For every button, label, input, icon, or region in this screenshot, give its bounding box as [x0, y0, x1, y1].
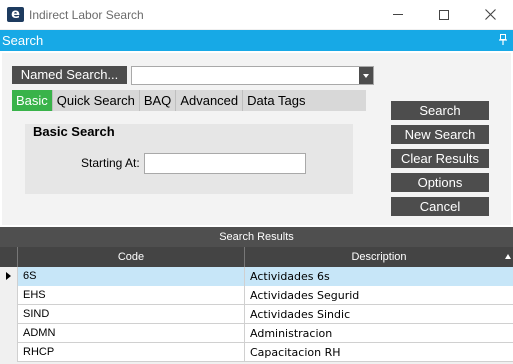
minimize-button[interactable]	[375, 0, 421, 29]
tab-basic[interactable]: Basic	[12, 90, 53, 111]
basic-search-title: Basic Search	[33, 124, 115, 139]
table-row[interactable]: ADMN Administracion	[0, 324, 513, 343]
table-row[interactable]: EHS Actividades Segurid	[0, 286, 513, 305]
options-button[interactable]: Options	[391, 173, 489, 192]
new-search-button[interactable]: New Search	[391, 125, 489, 144]
close-icon	[484, 9, 496, 20]
table-row[interactable]: 6S Actividades 6s	[0, 267, 513, 286]
column-header-description[interactable]: Description	[245, 247, 513, 267]
epicor-app-icon: e	[7, 7, 24, 22]
row-selector[interactable]	[0, 343, 18, 362]
cell-description[interactable]: Actividades Sindic	[245, 305, 513, 324]
starting-at-label: Starting At:	[81, 156, 140, 170]
tab-data-tags[interactable]: Data Tags	[243, 90, 309, 111]
clear-results-button[interactable]: Clear Results	[391, 149, 489, 168]
cell-code[interactable]: ADMN	[18, 324, 245, 343]
cell-description[interactable]: Capacitacion RH	[245, 343, 513, 362]
cell-description[interactable]: Actividades 6s	[245, 267, 513, 286]
row-selector[interactable]	[0, 305, 18, 324]
named-search-dropdown[interactable]	[131, 66, 374, 85]
cell-code[interactable]: EHS	[18, 286, 245, 305]
row-selector[interactable]	[0, 324, 18, 343]
cell-code[interactable]: 6S	[18, 267, 245, 286]
chevron-down-icon	[363, 73, 369, 78]
cell-description[interactable]: Actividades Segurid	[245, 286, 513, 305]
pin-icon[interactable]	[499, 34, 507, 45]
window-title: Indirect Labor Search	[29, 8, 144, 22]
cancel-button[interactable]: Cancel	[391, 197, 489, 216]
close-button[interactable]	[467, 0, 513, 29]
starting-at-input[interactable]	[144, 153, 306, 174]
named-search-button[interactable]: Named Search...	[12, 66, 127, 84]
tab-baq[interactable]: BAQ	[140, 90, 177, 111]
search-panel-title: Search	[2, 33, 44, 48]
tab-quick-search[interactable]: Quick Search	[53, 90, 140, 111]
row-selector[interactable]	[0, 286, 18, 305]
title-bar: e Indirect Labor Search	[0, 0, 513, 29]
maximize-icon	[439, 9, 449, 20]
basic-search-group: Basic Search Starting At:	[25, 124, 353, 194]
cell-description[interactable]: Administracion	[245, 324, 513, 343]
maximize-button[interactable]	[421, 0, 467, 29]
table-row[interactable]: SIND Actividades Sindic	[0, 305, 513, 324]
table-row[interactable]: RHCP Capacitacion RH	[0, 343, 513, 362]
search-results-header: Search Results	[0, 227, 513, 247]
search-tabs: Basic Quick Search BAQ Advanced Data Tag…	[12, 90, 366, 111]
current-row-pointer-icon	[6, 272, 11, 280]
search-panel-header: Search	[0, 30, 513, 51]
minimize-icon	[393, 14, 403, 15]
cell-code[interactable]: RHCP	[18, 343, 245, 362]
tab-advanced[interactable]: Advanced	[176, 90, 244, 111]
column-header-code[interactable]: Code	[18, 247, 245, 267]
search-button[interactable]: Search	[391, 101, 489, 120]
dropdown-arrow-button[interactable]	[359, 67, 373, 84]
row-selector-header	[0, 247, 18, 267]
cell-code[interactable]: SIND	[18, 305, 245, 324]
row-selector[interactable]	[0, 267, 18, 286]
column-header-description-label: Description	[351, 251, 407, 263]
sort-ascending-icon	[505, 254, 511, 259]
